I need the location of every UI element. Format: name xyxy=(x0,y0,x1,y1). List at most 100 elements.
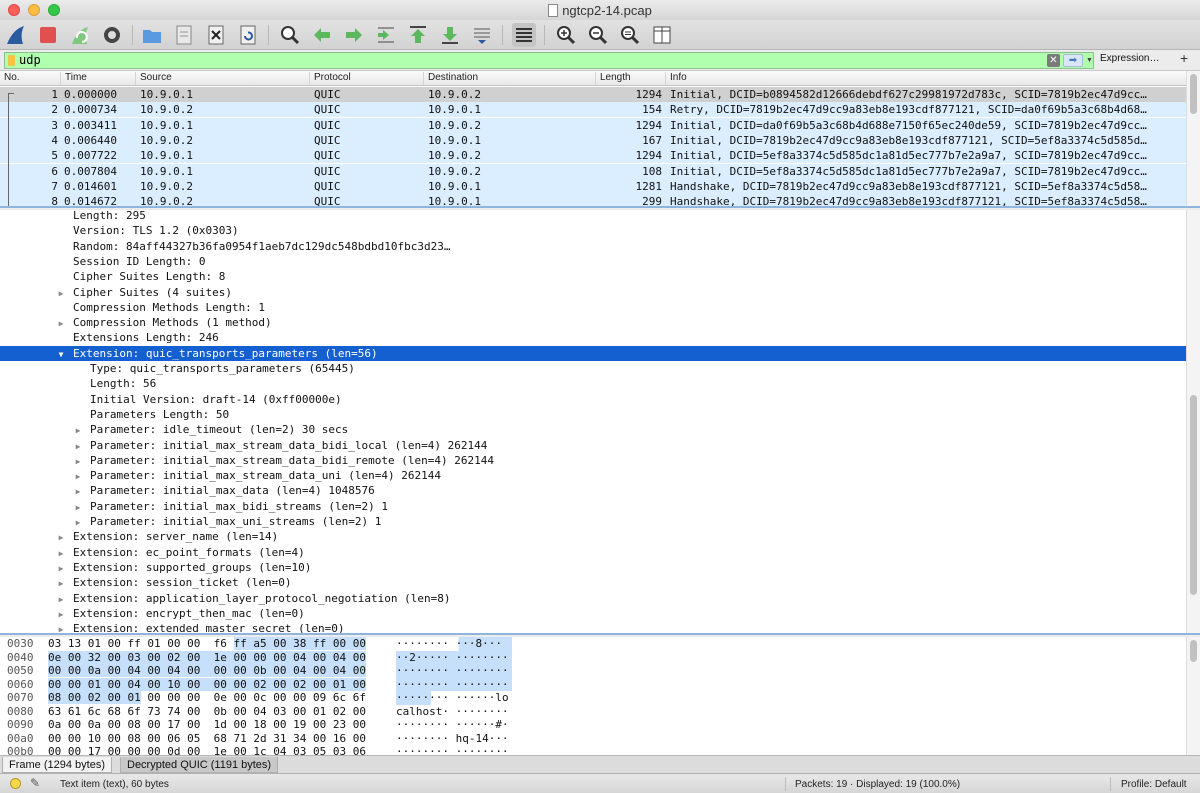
hex-byte[interactable]: 00 xyxy=(107,650,121,664)
hex-byte[interactable]: 13 xyxy=(68,637,81,650)
hex-byte[interactable]: 04 xyxy=(293,664,307,677)
hex-byte[interactable]: 00 xyxy=(187,650,201,664)
hex-byte[interactable]: 02 xyxy=(333,705,346,718)
display-filter-field[interactable]: ✕ ➡ ▼ xyxy=(4,52,1094,69)
hex-byte[interactable]: 31 xyxy=(273,732,286,745)
hex-byte[interactable]: ff xyxy=(128,637,141,650)
hex-byte[interactable]: 18 xyxy=(253,718,266,731)
hex-byte[interactable]: 74 xyxy=(167,705,180,718)
go-forward-button[interactable] xyxy=(342,23,366,47)
normal-size-button[interactable] xyxy=(618,23,642,47)
hex-byte[interactable]: 63 xyxy=(48,705,61,718)
hex-byte[interactable]: 00 xyxy=(233,677,247,691)
hex-byte[interactable]: 1d xyxy=(214,718,227,731)
detail-row[interactable]: Compression Methods Length: 1 xyxy=(0,300,1186,315)
ascii-text[interactable]: ········ ······lo xyxy=(396,691,512,705)
hex-byte[interactable]: 01 xyxy=(87,677,101,691)
hex-byte[interactable]: 00 xyxy=(353,718,366,731)
hex-byte[interactable]: 71 xyxy=(234,732,247,745)
hex-byte[interactable]: 00 xyxy=(107,691,121,704)
hex-byte[interactable]: 00 xyxy=(48,664,62,677)
hex-byte[interactable]: 00 xyxy=(234,691,247,704)
hex-byte[interactable]: 00 xyxy=(293,691,306,704)
hex-byte[interactable]: 00 xyxy=(108,745,121,755)
reload-file-button[interactable] xyxy=(236,23,260,47)
hex-byte[interactable]: 00 xyxy=(107,664,121,677)
hex-byte[interactable]: 04 xyxy=(293,650,307,664)
hex-byte[interactable]: 6f xyxy=(128,705,141,718)
expand-triangle-icon[interactable]: ▶ xyxy=(56,316,66,331)
hex-byte[interactable]: 00 xyxy=(273,650,287,664)
hex-byte[interactable]: ff xyxy=(233,637,247,650)
hex-byte[interactable]: 04 xyxy=(253,705,266,718)
detail-row[interactable]: ▶ Extension: extended_master_secret (len=… xyxy=(0,621,1186,633)
hex-byte[interactable]: 04 xyxy=(127,677,141,691)
packet-row[interactable]: 6 0.007804 10.9.0.1 QUIC 10.9.0.2 108 Initial,… xyxy=(0,163,1186,179)
hex-byte[interactable]: 00 xyxy=(147,691,160,704)
detail-row[interactable]: ▶ Parameter: idle_timeout (len=2) 30 secs xyxy=(0,422,1186,437)
autoscroll-button[interactable] xyxy=(470,23,494,47)
expand-triangle-icon[interactable]: ▶ xyxy=(73,484,83,499)
scrollbar-thumb[interactable] xyxy=(1190,395,1197,595)
hex-byte[interactable]: 38 xyxy=(293,637,307,650)
detail-row[interactable]: ▶ Extension: session_ticket (len=0) xyxy=(0,575,1186,590)
hex-byte[interactable]: 1e xyxy=(214,745,227,755)
ascii-text[interactable]: ··2····· ········ xyxy=(396,650,512,664)
hex-byte[interactable]: 00 xyxy=(187,691,200,704)
hex-byte[interactable]: 00 xyxy=(147,732,160,745)
zoom-in-button[interactable] xyxy=(554,23,578,47)
zoom-window-button[interactable] xyxy=(48,4,60,16)
detail-row[interactable]: ▶ Extension: encrypt_then_mac (len=0) xyxy=(0,606,1186,621)
hex-byte[interactable]: 73 xyxy=(147,705,160,718)
hex-byte[interactable]: 00 xyxy=(68,718,81,731)
hex-byte[interactable]: 00 xyxy=(273,718,286,731)
expand-triangle-icon[interactable]: ▶ xyxy=(56,546,66,561)
hex-bytes[interactable]: 00 00 0a 00 04 00 04 00 00 00 0b 00 04 0… xyxy=(48,664,378,678)
detail-row[interactable]: Extensions Length: 246 xyxy=(0,330,1186,345)
detail-row[interactable]: Version: TLS 1.2 (0x0303) xyxy=(0,223,1186,238)
hex-byte[interactable]: 00 xyxy=(67,650,82,664)
hex-byte[interactable]: 06 xyxy=(353,745,366,755)
detail-row[interactable]: ▶ Parameter: initial_max_bidi_streams (le… xyxy=(0,499,1186,514)
hex-byte[interactable]: 00 xyxy=(187,637,200,650)
hex-byte[interactable]: 6f xyxy=(353,691,366,704)
start-capture-button[interactable] xyxy=(4,23,28,47)
capture-comment-edit-icon[interactable]: ✎ xyxy=(30,776,40,790)
column-header-destination[interactable]: Destination xyxy=(423,72,478,85)
hex-byte[interactable]: ff xyxy=(313,637,327,650)
detail-row[interactable]: ▶ Parameter: initial_max_stream_data_uni … xyxy=(0,468,1186,483)
zoom-out-button[interactable] xyxy=(586,23,610,47)
hex-byte[interactable]: 00 xyxy=(352,664,366,677)
hex-byte[interactable]: 00 xyxy=(353,732,366,745)
display-filter-input[interactable] xyxy=(19,53,1019,68)
expand-triangle-icon[interactable]: ▶ xyxy=(73,500,83,515)
packet-row[interactable]: 5 0.007722 10.9.0.1 QUIC 10.9.0.2 1294 Initial… xyxy=(0,148,1186,164)
tab-decrypted-quic[interactable]: Decrypted QUIC (1191 bytes) xyxy=(120,757,279,773)
ascii-text[interactable]: ········ ······#· xyxy=(396,718,512,732)
hex-byte[interactable]: 03 xyxy=(273,705,286,718)
hex-byte[interactable]: 0e xyxy=(214,691,227,704)
expand-triangle-icon[interactable]: ▶ xyxy=(73,515,83,530)
ascii-text[interactable]: ········ ········ xyxy=(396,664,512,678)
column-header-protocol[interactable]: Protocol xyxy=(309,72,351,85)
hex-byte[interactable]: 00 xyxy=(313,650,327,664)
hex-byte[interactable]: 00 xyxy=(234,705,247,718)
hex-byte[interactable]: f6 xyxy=(214,637,227,650)
hex-byte[interactable]: 00 xyxy=(213,664,227,677)
last-packet-button[interactable] xyxy=(438,23,462,47)
stop-capture-button[interactable] xyxy=(36,23,60,47)
hex-bytes[interactable]: 00 00 10 00 08 00 06 05 68 71 2d 31 34 0… xyxy=(48,732,378,746)
hex-bytes[interactable]: 08 00 02 00 01 00 00 00 0e 00 0c 00 00 0… xyxy=(48,691,378,705)
hex-byte[interactable]: 00 xyxy=(313,732,326,745)
hex-byte[interactable]: 01 xyxy=(88,637,101,650)
hex-byte[interactable]: 00 xyxy=(68,745,81,755)
hex-byte[interactable]: 00 xyxy=(48,732,61,745)
hex-byte[interactable]: 00 xyxy=(233,664,247,677)
hex-byte[interactable]: 1e xyxy=(213,650,227,664)
find-packet-button[interactable] xyxy=(278,23,302,47)
hex-byte[interactable]: 00 xyxy=(313,664,327,677)
hex-byte[interactable]: 0d xyxy=(167,745,180,755)
filter-history-chevron-down-icon[interactable]: ▼ xyxy=(1086,55,1095,66)
hex-byte[interactable]: 00 xyxy=(353,705,366,718)
hex-byte[interactable]: 01 xyxy=(147,637,160,650)
